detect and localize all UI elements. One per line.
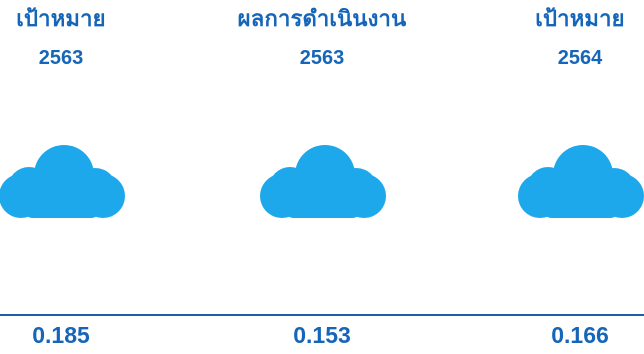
column-performance-2563: ผลการดำเนินงาน 2563 0.153 xyxy=(222,0,422,354)
infographic-canvas: เป้าหมาย 2563 0.185 ผลการดำเนินงาน 2563 xyxy=(0,0,644,354)
column-year: 2563 xyxy=(38,47,84,69)
column-year: 2563 xyxy=(299,47,345,69)
column-target-2563: เป้าหมาย 2563 0.185 xyxy=(0,0,161,354)
column-year: 2564 xyxy=(557,47,603,69)
cloud-icon xyxy=(516,142,644,218)
column-value: 0.166 xyxy=(551,322,609,348)
column-heading: เป้าหมาย xyxy=(16,6,106,31)
column-value: 0.153 xyxy=(293,322,351,348)
column-target-2564: เป้าหมาย 2564 0.166 xyxy=(480,0,644,354)
column-value: 0.185 xyxy=(32,322,90,348)
column-heading: เป้าหมาย xyxy=(535,6,625,31)
cloud-icon xyxy=(0,142,125,218)
divider-line xyxy=(0,314,644,316)
column-heading: ผลการดำเนินงาน xyxy=(237,6,407,31)
cloud-icon xyxy=(258,142,386,218)
